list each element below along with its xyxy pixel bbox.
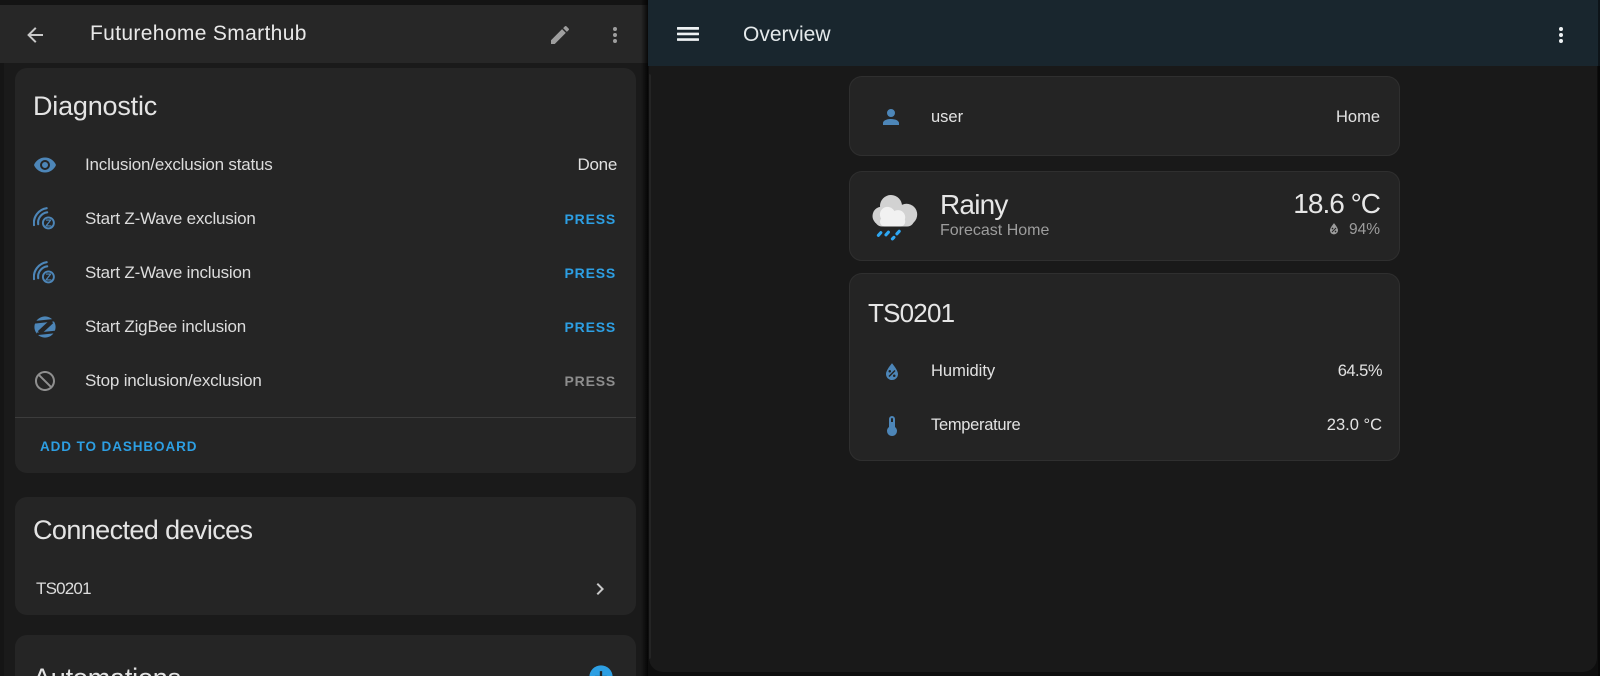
svg-text:Z: Z	[45, 272, 52, 284]
svg-text:Z: Z	[45, 218, 52, 230]
